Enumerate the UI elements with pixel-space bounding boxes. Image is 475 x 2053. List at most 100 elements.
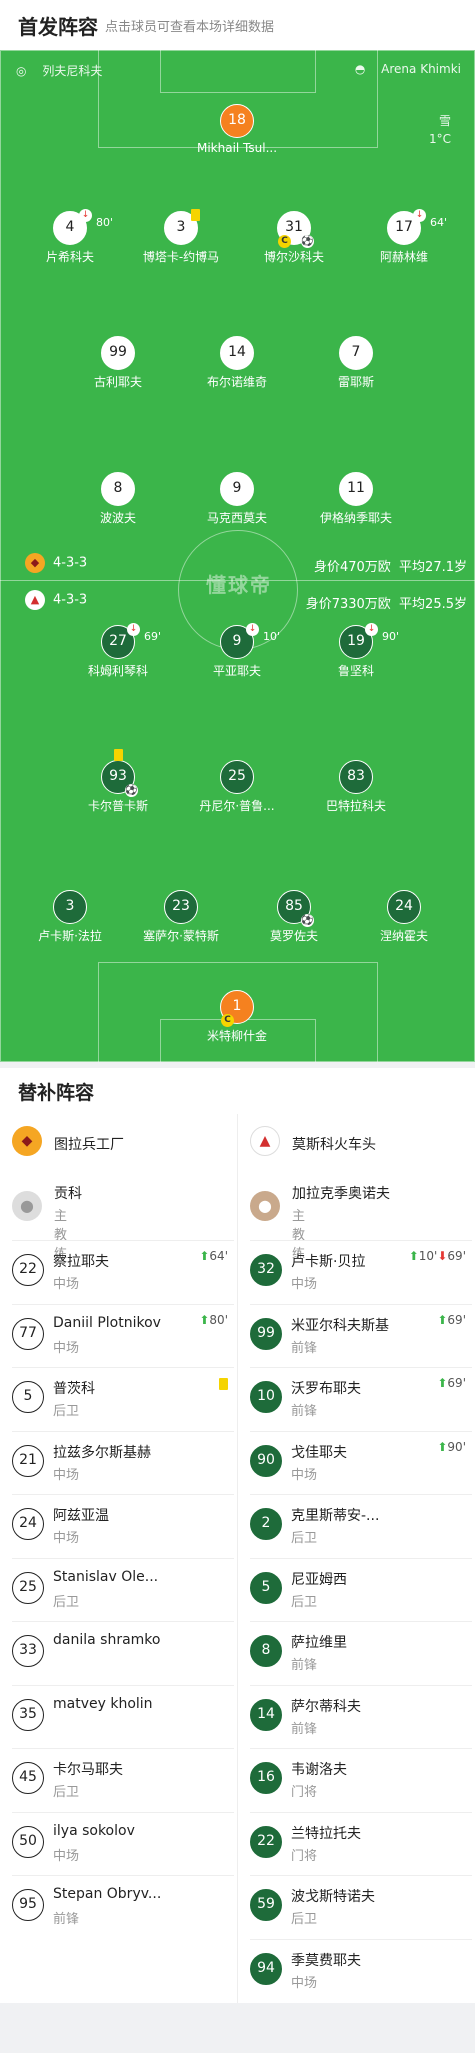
player-home-99[interactable]: 99 古利耶夫: [58, 336, 178, 390]
player-number: 19: [347, 633, 365, 649]
player-position: 中场: [291, 1975, 318, 1991]
player-home-31[interactable]: 31 C ⚽ 博尔沙科夫: [234, 211, 354, 265]
player-number: 99: [250, 1317, 282, 1350]
home-formation: ◆ 4-3-3: [25, 553, 87, 573]
player-number: 35: [12, 1698, 44, 1731]
player-name: 平亚耶夫: [212, 664, 261, 678]
player-away-23[interactable]: 23 塞萨尔·蒙特斯: [121, 890, 241, 944]
sub-player-row[interactable]: 95 Stepan Obryv... 前锋: [12, 1875, 234, 1938]
pitch: 懂球帝 ◎ 列夫尼科夫 ◓ Arena Khimki 雪 1°C 18 Mikh…: [0, 50, 475, 1062]
sub-player-row[interactable]: 94 季莫费耶夫 中场: [250, 1938, 472, 2002]
player-name: danila shramko: [53, 1632, 161, 1648]
player-home-17[interactable]: 17 ↓ 64' 阿赫林维: [344, 209, 464, 265]
player-events: ⬆90': [437, 1439, 466, 1454]
player-name: 丹尼尔·普鲁...: [199, 799, 275, 813]
player-home-9[interactable]: 9 马克西莫夫: [177, 472, 297, 526]
sub-out-icon: ↓: [246, 623, 259, 636]
sub-player-row[interactable]: 10 沃罗布耶夫 前锋 ⬆69': [250, 1367, 472, 1430]
player-number: 99: [101, 336, 135, 370]
coach-name: 加拉克季奥诺夫: [292, 1186, 390, 1202]
player-number: 23: [164, 890, 198, 924]
player-home-14[interactable]: 14 布尔诺维奇: [177, 336, 297, 390]
player-away-3[interactable]: 3 卢卡斯·法拉: [10, 890, 130, 944]
away-team-logo-icon: ▲: [25, 590, 45, 610]
sub-player-row[interactable]: 24 阿兹亚温 中场: [12, 1494, 234, 1557]
player-number: 17: [395, 219, 413, 235]
player-number: 31: [285, 219, 303, 235]
player-name: 尼亚姆西: [291, 1571, 347, 1588]
player-away-19[interactable]: 19 ↓ 90' 鲁坚科: [296, 623, 416, 679]
sub-player-row[interactable]: 32 卢卡斯·贝拉 中场 ⬆10'⬇69': [250, 1240, 472, 1303]
player-name: 戈佳耶夫: [291, 1444, 347, 1461]
sub-player-row[interactable]: 22 兰特拉托夫 门将: [250, 1811, 472, 1875]
player-number: 8: [250, 1635, 282, 1667]
sub-player-row[interactable]: 33 danila shramko: [12, 1621, 234, 1684]
player-name: 韦谢洛夫: [291, 1762, 347, 1778]
player-name: 米特柳什金: [206, 1029, 267, 1043]
sub-player-row[interactable]: 99 米亚尔科夫斯基 前锋 ⬆69': [250, 1303, 472, 1367]
sub-out-icon: ↓: [127, 623, 140, 636]
player-number: 95: [12, 1889, 44, 1921]
player-number: 22: [250, 1825, 282, 1858]
player-away-1[interactable]: 1C 米特柳什金: [177, 990, 297, 1044]
player-events: ⬆69': [437, 1376, 466, 1390]
player-away-25[interactable]: 25 丹尼尔·普鲁...: [177, 760, 297, 814]
player-name: 科姆利琴科: [87, 664, 148, 678]
sub-player-row[interactable]: 16 韦谢洛夫 门将: [250, 1748, 472, 1811]
referee-name: 列夫尼科夫: [42, 64, 103, 78]
player-position: 后卫: [53, 1594, 80, 1610]
player-number: 27: [109, 633, 127, 649]
home-team-name: 图拉兵工厂: [54, 1137, 124, 1153]
player-number: 3: [53, 890, 87, 924]
sub-minute: 64': [430, 216, 448, 229]
player-name: Mikhail Tsul...: [196, 141, 278, 155]
player-name: 沃罗布耶夫: [291, 1381, 361, 1397]
player-name: 萨拉维里: [291, 1635, 347, 1651]
player-number: 93: [109, 768, 127, 784]
sub-player-row[interactable]: 45 卡尔马耶夫 后卫: [12, 1748, 234, 1811]
sub-player-row[interactable]: 5 尼亚姆西 后卫: [250, 1557, 472, 1621]
player-home-7[interactable]: 7 雷耶斯: [296, 336, 416, 390]
player-away-83[interactable]: 83 巴特拉科夫: [296, 760, 416, 814]
captain-badge: C: [221, 1014, 234, 1027]
sub-player-row[interactable]: 59 波戈斯特诺夫 后卫: [250, 1875, 472, 1938]
sub-player-row[interactable]: 50 ilya sokolov 中场: [12, 1811, 234, 1875]
sub-player-row[interactable]: 90 戈佳耶夫 中场 ⬆90': [250, 1430, 472, 1494]
sub-minute: 69': [144, 630, 162, 643]
sub-player-row[interactable]: 5 普茨科 后卫: [12, 1367, 234, 1430]
sub-in-icon: ⬆: [437, 1376, 448, 1390]
stadium-info: ◓ Arena Khimki: [355, 62, 461, 76]
page-footer: [0, 2003, 475, 2053]
home-value-row: 身价470万欧 平均27.1岁: [314, 556, 467, 575]
player-home-8[interactable]: 8 波波夫: [58, 472, 178, 526]
away-value: 身价7330万欧: [305, 597, 391, 612]
sub-player-row[interactable]: 22 察拉耶夫 中场 ⬆64': [12, 1240, 234, 1303]
player-name: 克里斯蒂安-...: [291, 1508, 380, 1524]
sub-player-row[interactable]: 8 萨拉维里 前锋: [250, 1621, 472, 1684]
player-away-9[interactable]: 9 ↓ 10' 平亚耶夫: [177, 623, 297, 679]
sub-player-row[interactable]: 21 拉兹多尔斯基赫 中场: [12, 1430, 234, 1494]
player-number: 5: [250, 1571, 282, 1604]
away-team-logo-icon: ▲: [250, 1126, 280, 1156]
player-home-3[interactable]: 3 博塔卡-约博马: [121, 209, 241, 265]
sub-player-row[interactable]: 25 Stanislav Ole... 后卫: [12, 1557, 234, 1621]
player-number: 18: [220, 104, 254, 138]
sub-player-row[interactable]: 14 萨尔蒂科夫 前锋: [250, 1684, 472, 1748]
player-position: 中场: [53, 1848, 80, 1864]
player-away-27[interactable]: 27 ↓ 69' 科姆利琴科: [58, 623, 178, 679]
player-position: 中场: [291, 1467, 318, 1483]
sub-player-row[interactable]: 2 克里斯蒂安-... 后卫: [250, 1494, 472, 1557]
stadium-name: Arena Khimki: [381, 62, 461, 76]
player-home-11[interactable]: 11 伊格纳季耶夫: [296, 472, 416, 526]
player-home-4[interactable]: 4 ↓ 80' 片希科夫: [10, 209, 130, 265]
player-name: Stanislav Ole...: [53, 1568, 159, 1585]
sub-player-row[interactable]: 77 Daniil Plotnikov 中场 ⬆80': [12, 1303, 234, 1367]
player-away-85[interactable]: 85 ⚽ 莫罗佐夫: [234, 890, 354, 944]
player-number: 14: [220, 336, 254, 370]
player-home-18[interactable]: 18 Mikhail Tsul...: [177, 104, 297, 155]
player-number: 83: [339, 760, 373, 794]
player-away-93[interactable]: 93 ⚽ 卡尔普卡斯: [58, 749, 178, 814]
player-away-24[interactable]: 24 涅纳霍夫: [344, 890, 464, 944]
sub-player-row[interactable]: 35 matvey kholin: [12, 1684, 234, 1748]
goal-ball-icon: ⚽: [301, 235, 314, 248]
